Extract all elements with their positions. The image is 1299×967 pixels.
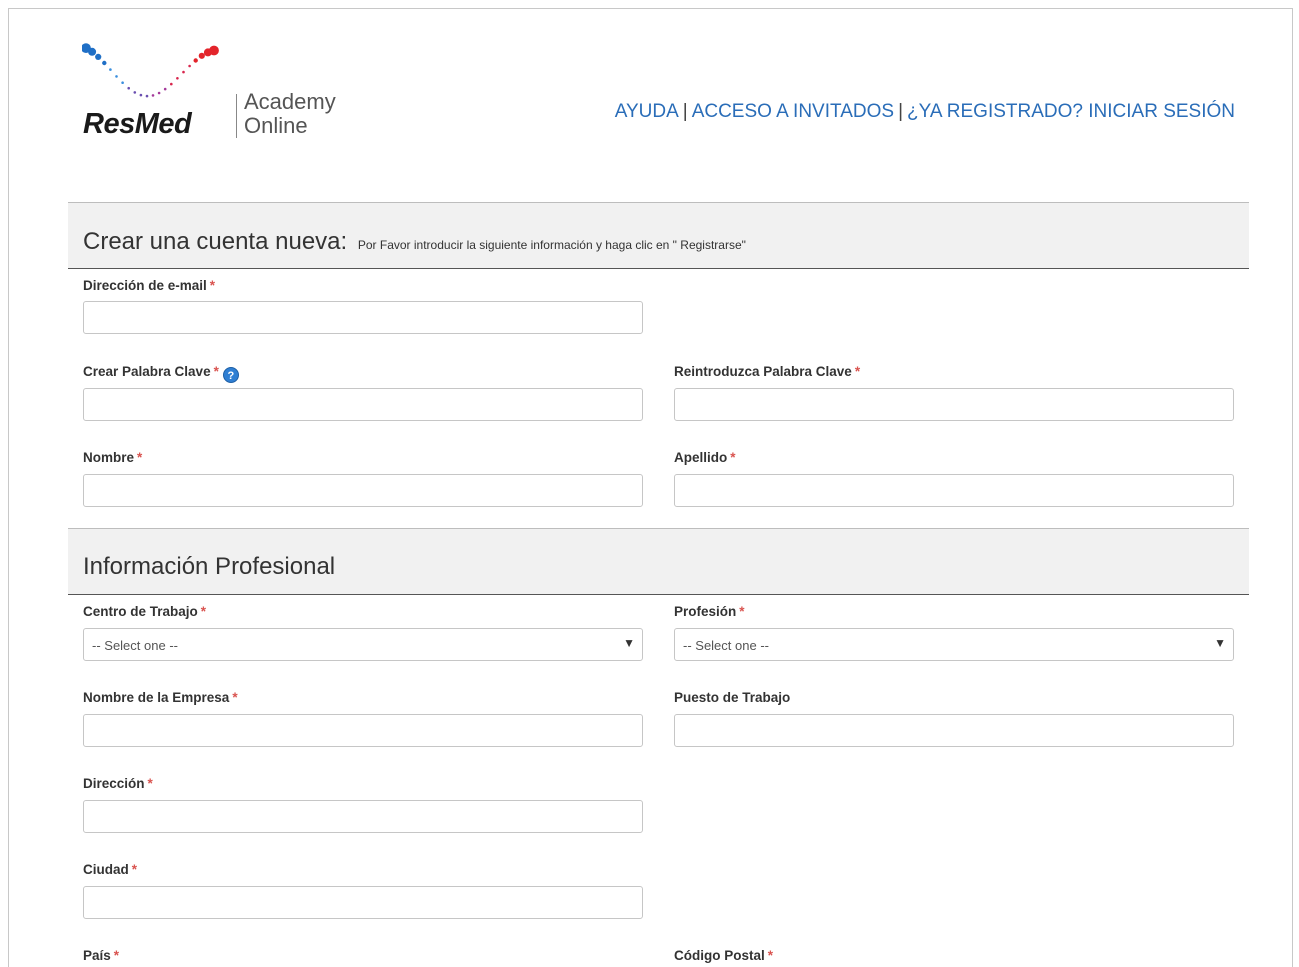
- last-name-field[interactable]: [674, 474, 1234, 507]
- section-instructions: Por Favor introducir la siguiente inform…: [357, 238, 746, 252]
- logo-dot: [102, 60, 107, 66]
- resmed-wave-icon: [82, 43, 219, 98]
- professional-info-header: Información Profesional: [68, 528, 1249, 595]
- resmed-academy-logo[interactable]: ResMed Academy Online: [82, 36, 362, 146]
- required-marker: *: [213, 364, 219, 379]
- logo-dot: [121, 81, 124, 84]
- company-label: Nombre de la Empresa *: [83, 690, 238, 705]
- required-marker: *: [131, 862, 138, 877]
- first-name-label: Nombre *: [83, 450, 143, 465]
- password-confirm-field[interactable]: [674, 388, 1234, 421]
- logo-dot: [188, 64, 191, 68]
- logo-dot: [170, 82, 173, 86]
- workplace-label: Centro de Trabajo *: [83, 604, 207, 619]
- email-field[interactable]: [83, 301, 643, 334]
- required-marker: *: [209, 278, 216, 293]
- logo-dot: [115, 75, 118, 78]
- password-label: Crear Palabra Clave *?: [83, 364, 239, 383]
- select-value: -- Select one --: [92, 638, 178, 653]
- address-label: Dirección *: [83, 776, 153, 791]
- company-field[interactable]: [83, 714, 643, 747]
- login-link[interactable]: ¿YA REGISTRADO? INICIAR SESIÓN: [907, 101, 1235, 122]
- help-icon[interactable]: ?: [222, 367, 239, 383]
- required-marker: *: [113, 948, 120, 963]
- logo-dot: [193, 58, 198, 63]
- logo-dot: [157, 91, 161, 95]
- required-marker: *: [232, 690, 238, 705]
- logo-divider: [236, 94, 237, 138]
- logo-dot: [163, 87, 167, 91]
- profession-select[interactable]: -- Select one -- ▼: [674, 628, 1234, 661]
- logo-dot: [145, 94, 149, 98]
- address-field[interactable]: [83, 800, 643, 833]
- job-title-field[interactable]: [674, 714, 1234, 747]
- logo-brand-text: ResMed: [83, 108, 192, 140]
- logo-dot: [127, 86, 130, 90]
- city-field[interactable]: [83, 886, 643, 919]
- first-name-field[interactable]: [83, 474, 643, 507]
- required-marker: *: [854, 364, 861, 379]
- password-confirm-label: Reintroduzca Palabra Clave *: [674, 364, 861, 379]
- select-value: -- Select one --: [683, 638, 769, 653]
- job-title-label: Puesto de Trabajo: [674, 690, 791, 705]
- city-label: Ciudad *: [83, 862, 138, 877]
- password-field[interactable]: [83, 388, 643, 421]
- workplace-select[interactable]: -- Select one -- ▼: [83, 628, 643, 661]
- section-title: Crear una cuenta nueva: Por Favor introd…: [83, 228, 746, 255]
- email-label: Dirección de e-mail *: [83, 278, 216, 293]
- profession-label: Profesión *: [674, 604, 745, 619]
- logo-dot: [133, 91, 137, 94]
- logo-dot: [209, 45, 219, 56]
- guest-access-link[interactable]: ACCESO A INVITADOS: [692, 101, 894, 122]
- logo-dot: [198, 52, 205, 59]
- logo-dot: [109, 68, 112, 71]
- required-marker: *: [730, 450, 736, 465]
- last-name-label: Apellido *: [674, 450, 736, 465]
- logo-dot: [182, 70, 185, 74]
- nav-separator: |: [898, 101, 903, 122]
- logo-dot: [95, 53, 102, 60]
- logo-dot: [88, 47, 97, 56]
- required-marker: *: [200, 604, 207, 619]
- required-marker: *: [739, 604, 745, 619]
- section-title: Información Profesional: [83, 553, 336, 580]
- required-marker: *: [767, 948, 774, 963]
- help-link[interactable]: AYUDA: [615, 101, 679, 122]
- top-navigation: AYUDA | ACCESO A INVITADOS | ¿YA REGISTRADO?…: [615, 101, 1235, 123]
- required-marker: *: [147, 776, 153, 791]
- country-label: País *: [83, 948, 120, 963]
- nav-separator: |: [682, 101, 688, 122]
- logo-dot: [176, 77, 179, 80]
- caret-down-icon: ▼: [1214, 636, 1226, 650]
- logo-dot: [151, 94, 155, 97]
- postal-code-label: Código Postal *: [674, 948, 774, 963]
- logo-dot: [139, 93, 143, 97]
- caret-down-icon: ▼: [623, 636, 635, 650]
- required-marker: *: [137, 450, 143, 465]
- create-account-header: Crear una cuenta nueva: Por Favor introd…: [68, 202, 1249, 269]
- logo-product-name: Academy Online: [244, 89, 336, 138]
